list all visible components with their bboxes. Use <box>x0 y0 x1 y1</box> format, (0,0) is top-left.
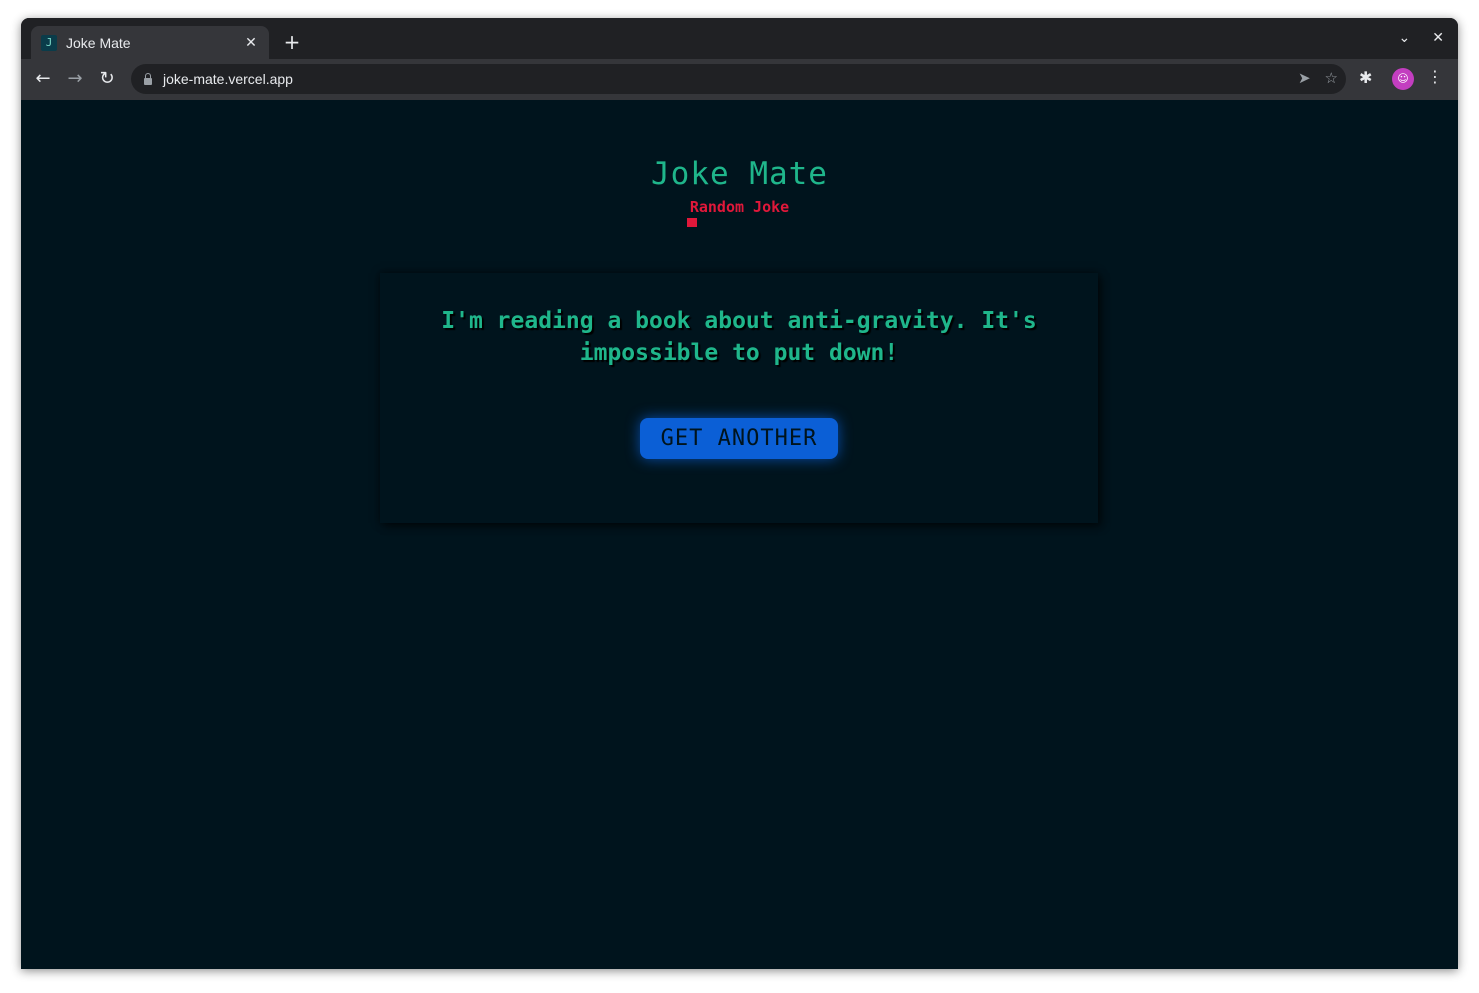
back-arrow-icon[interactable]: ← <box>31 67 55 91</box>
favicon-icon: J <box>41 34 57 51</box>
tab-title: Joke Mate <box>66 34 131 51</box>
reload-icon[interactable]: ↻ <box>95 67 119 91</box>
joke-card: I'm reading a book about anti-gravity. I… <box>380 273 1098 523</box>
send-icon[interactable]: ➤ <box>1298 69 1311 87</box>
bookmark-star-icon[interactable]: ☆ <box>1325 69 1338 87</box>
tab-joke-mate[interactable]: J Joke Mate ✕ <box>31 26 269 59</box>
browser-window: J Joke Mate ✕ + ⌄ ✕ ← → ↻ joke-mate.verc… <box>21 18 1458 969</box>
joke-text: I'm reading a book about anti-gravity. I… <box>441 308 1037 366</box>
app-title: Joke Mate <box>651 156 828 192</box>
typing-cursor <box>687 218 697 227</box>
url-text[interactable]: joke-mate.vercel.app <box>163 71 293 87</box>
app-subtitle: Random Joke <box>689 198 790 216</box>
profile-avatar[interactable]: ☺ <box>1392 68 1414 90</box>
window-controls: ⌄ ✕ <box>1399 30 1444 46</box>
extensions-puzzle-icon[interactable]: ✱ <box>1359 68 1372 87</box>
tab-search-chevron-icon[interactable]: ⌄ <box>1399 30 1411 46</box>
browser-menu-icon[interactable]: ⋮ <box>1427 67 1443 86</box>
tab-strip: J Joke Mate ✕ + ⌄ ✕ <box>21 18 1458 59</box>
get-another-button[interactable]: GET ANOTHER <box>640 418 838 459</box>
lock-icon[interactable] <box>143 73 153 85</box>
omnibox-actions: ➤ ☆ <box>1298 69 1338 87</box>
forward-arrow-icon[interactable]: → <box>63 67 87 91</box>
browser-toolbar: ← → ↻ joke-mate.vercel.app ➤ ☆ ✱ ☺ ⋮ <box>21 59 1458 100</box>
address-bar[interactable]: joke-mate.vercel.app ➤ ☆ <box>131 64 1346 94</box>
page-viewport: Joke Mate Random Joke I'm reading a book… <box>21 100 1458 969</box>
window-close-icon[interactable]: ✕ <box>1432 30 1444 46</box>
tab-close-icon[interactable]: ✕ <box>243 35 259 51</box>
new-tab-button[interactable]: + <box>280 30 304 54</box>
